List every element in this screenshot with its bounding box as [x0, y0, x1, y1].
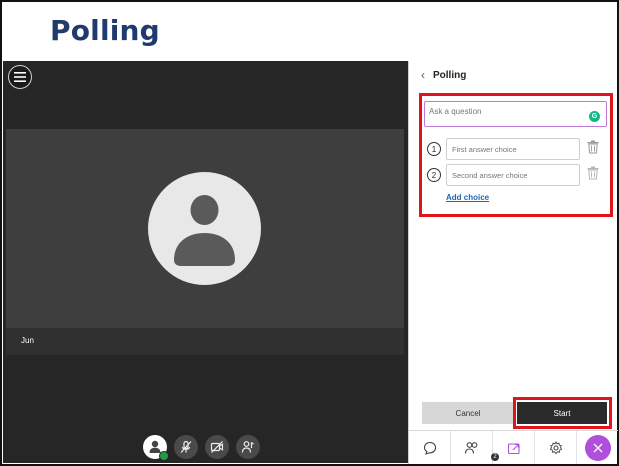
close-panel-tab — [577, 431, 618, 464]
raise-hand-button[interactable] — [236, 435, 260, 459]
microphone-toggle[interactable] — [174, 435, 198, 459]
video-stage: Jun — [3, 61, 408, 463]
panel-footer-tabs: 2 — [409, 430, 618, 464]
polling-panel: ‹ Polling Ask a question G 1 First answe… — [408, 61, 618, 464]
raise-hand-icon — [241, 441, 254, 453]
close-panel-button[interactable] — [584, 434, 611, 461]
close-icon — [593, 443, 602, 452]
user-silhouette-icon — [174, 195, 235, 266]
tab-share-content[interactable] — [493, 431, 535, 464]
panel-title: Polling — [433, 69, 467, 81]
status-available-icon — [159, 451, 169, 461]
camera-toggle[interactable] — [205, 435, 229, 459]
gear-icon — [549, 440, 562, 454]
share-content-icon — [507, 442, 520, 454]
microphone-off-icon — [180, 440, 192, 453]
my-status-button[interactable] — [143, 435, 169, 461]
panel-header: ‹ Polling — [409, 61, 618, 89]
tab-settings[interactable] — [535, 431, 577, 464]
tab-chat[interactable] — [409, 431, 451, 464]
participant-name: Jun — [21, 336, 34, 345]
slide-title: Polling — [50, 14, 160, 47]
session-menu-button[interactable] — [8, 65, 32, 89]
participant-name-bar: Jun — [6, 328, 404, 355]
tab-attendees[interactable]: 2 — [451, 431, 499, 464]
chevron-left-icon[interactable]: ‹ — [421, 68, 425, 82]
attendees-icon — [464, 441, 477, 454]
participant-avatar — [148, 172, 261, 285]
chat-icon — [423, 441, 436, 455]
hamburger-menu-icon — [14, 72, 26, 82]
highlight-start-button — [513, 397, 612, 429]
media-controls — [143, 433, 260, 461]
highlight-poll-form — [419, 93, 613, 217]
camera-off-icon — [210, 441, 224, 453]
cancel-button[interactable]: Cancel — [422, 402, 514, 424]
participant-video-tile — [6, 129, 404, 328]
